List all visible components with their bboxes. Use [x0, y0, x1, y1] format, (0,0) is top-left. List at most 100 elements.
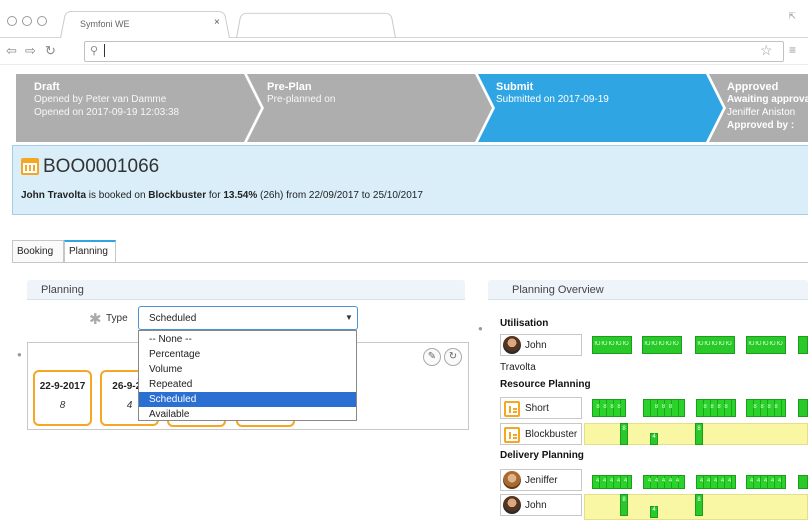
step-detail: Submitted on 2017-09-19 [496, 94, 609, 105]
step-detail: Approved by : [727, 120, 795, 131]
delivery-bar: 4 4 4 4 4 [746, 475, 786, 489]
step-approved[interactable]: Approved Awaiting approva Jeniffer Anist… [709, 74, 808, 142]
type-option[interactable]: Percentage [139, 347, 356, 362]
step-label: Pre-Plan [267, 81, 312, 93]
required-asterisk-icon: ✱ [89, 311, 102, 328]
reload-icon[interactable]: ↻ [45, 43, 56, 59]
delivery-bar: 4 4 4 4 4 [696, 475, 736, 489]
text-caret [104, 44, 105, 57]
utilisation-bar: ЮЮЮЮЮ [592, 336, 632, 354]
delivery-planning-heading: Delivery Planning [500, 450, 584, 461]
step-detail: Awaiting approva [727, 94, 808, 105]
menu-icon[interactable]: ≡ [789, 43, 796, 57]
booking-block: 8 [620, 423, 628, 445]
avatar [503, 471, 521, 489]
booking-summary: BOO0001066 John Travolta is booked on Bl… [12, 145, 808, 215]
type-option-selected[interactable]: Scheduled [139, 392, 356, 407]
step-label: Submit [496, 81, 534, 93]
type-label: Type [106, 313, 128, 324]
tab-planning[interactable]: Planning [64, 240, 116, 262]
delivery-row-jeniffer: Jeniffer 4 4 4 4 4 4 4 4 4 4 4 4 4 4 4 4… [500, 469, 808, 493]
utilisation-heading: Utilisation [500, 318, 549, 329]
tab-close-icon[interactable]: × [214, 17, 220, 28]
address-bar[interactable] [84, 41, 784, 62]
refresh-icon[interactable]: ↻ [444, 348, 462, 366]
booking-block: 8 [695, 423, 703, 445]
forward-icon[interactable]: ⇨ [25, 43, 36, 59]
booking-block: 8 [620, 494, 628, 516]
step-detail: Opened by Peter van Damme [34, 94, 167, 105]
resource-project[interactable]: Short [500, 397, 582, 419]
step-submit[interactable]: Submit Submitted on 2017-09-19 [478, 74, 723, 142]
project-icon [504, 427, 520, 443]
tab-divider [12, 262, 808, 263]
booking-block: 8 [695, 494, 703, 516]
panel-marker: ● [478, 324, 483, 333]
step-label: Approved [727, 81, 779, 93]
resource-bar: 8 8 8 8 [592, 399, 626, 417]
avatar [503, 336, 521, 354]
utilisation-bar [798, 336, 808, 354]
delivery-bar: 4 4 4 4 4 [592, 475, 632, 489]
step-pre-plan[interactable]: Pre-Plan Pre-planned on [247, 74, 492, 142]
planning-overview-title: Planning Overview [488, 280, 808, 300]
schedule-card-date: 22-9-2017 [39, 381, 86, 392]
type-option[interactable]: Repeated [139, 377, 356, 392]
delivery-row-john: John 8 4 8 [500, 494, 808, 520]
edit-pen-icon[interactable]: ✎ [423, 348, 441, 366]
window-minimize-icon[interactable] [22, 16, 32, 26]
back-icon[interactable]: ⇦ [6, 43, 17, 59]
bookmark-star-icon[interactable]: ☆ [760, 42, 773, 59]
booking-block: 4 [650, 506, 658, 518]
search-icon: ⚲ [90, 45, 99, 57]
utilisation-bar: ЮЮЮЮЮ [642, 336, 682, 354]
resource-row-short: Short 8 8 8 8 8 8 8 8 8 8 8 8 8 8 8 [500, 397, 808, 421]
project-icon [504, 401, 520, 417]
resource-planning-heading: Resource Planning [500, 379, 591, 390]
step-detail: Pre-planned on [267, 94, 336, 105]
utilisation-row: John Travolta ЮЮЮЮЮ ЮЮЮЮЮ ЮЮЮЮЮ ЮЮЮЮЮ [500, 334, 808, 374]
step-label: Draft [34, 81, 60, 93]
resource-bar [798, 399, 808, 417]
utilisation-bar: ЮЮЮЮЮ [695, 336, 735, 354]
resource-bar: 8 8 8 8 [746, 399, 786, 417]
calendar-icon [21, 158, 39, 175]
booking-id: BOO0001066 [43, 156, 160, 177]
step-draft[interactable]: Draft Opened by Peter van Damme Opened o… [16, 74, 261, 142]
step-detail: Opened on 2017-09-19 12:03:38 [34, 107, 180, 118]
browser-tab-inactive[interactable] [236, 12, 396, 38]
resource-bar: 8 8 8 8 [696, 399, 736, 417]
panel-marker: ● [17, 350, 22, 359]
utilisation-resource-lastname: Travolta [500, 362, 536, 373]
utilisation-resource[interactable]: John [500, 334, 582, 356]
booking-percentage: 13.54% [223, 190, 258, 201]
workflow-stepper: Draft Opened by Peter van Damme Opened o… [16, 74, 808, 142]
booking-resource: John Travolta [21, 190, 87, 201]
utilisation-bar: ЮЮЮЮЮ [746, 336, 786, 354]
type-dropdown-list: -- None -- Percentage Volume Repeated Sc… [138, 330, 357, 421]
resource-row-blockbuster: Blockbuster 8 4 8 [500, 423, 808, 447]
delivery-bar: 4 4 4 4 4 [643, 475, 685, 489]
type-option[interactable]: Available [139, 407, 356, 422]
tab-booking[interactable]: Booking [12, 240, 64, 262]
window-restore-icon[interactable]: ⇱ [788, 11, 796, 22]
planning-panel-title: Planning [27, 280, 465, 300]
resource-bar: 8 8 8 [643, 399, 685, 417]
type-option[interactable]: Volume [139, 362, 356, 377]
delivery-resource[interactable]: John [500, 494, 582, 516]
chevron-down-icon[interactable]: ▼ [345, 313, 353, 322]
booking-description: John Travolta is booked on Blockbuster f… [21, 190, 423, 201]
window-maximize-icon[interactable] [37, 16, 47, 26]
type-option[interactable]: -- None -- [139, 332, 356, 347]
window-close-icon[interactable] [7, 16, 17, 26]
booking-project: Blockbuster [148, 190, 207, 201]
avatar [503, 496, 521, 514]
delivery-resource[interactable]: Jeniffer [500, 469, 582, 491]
schedule-card[interactable]: 22-9-2017 8 [33, 370, 92, 426]
booking-block: 4 [650, 433, 658, 445]
type-select[interactable]: Scheduled [138, 306, 358, 330]
step-detail: Jeniffer Aniston [727, 107, 796, 118]
resource-project[interactable]: Blockbuster [500, 423, 582, 445]
delivery-bar [798, 475, 808, 489]
schedule-card-hours: 8 [59, 400, 66, 411]
